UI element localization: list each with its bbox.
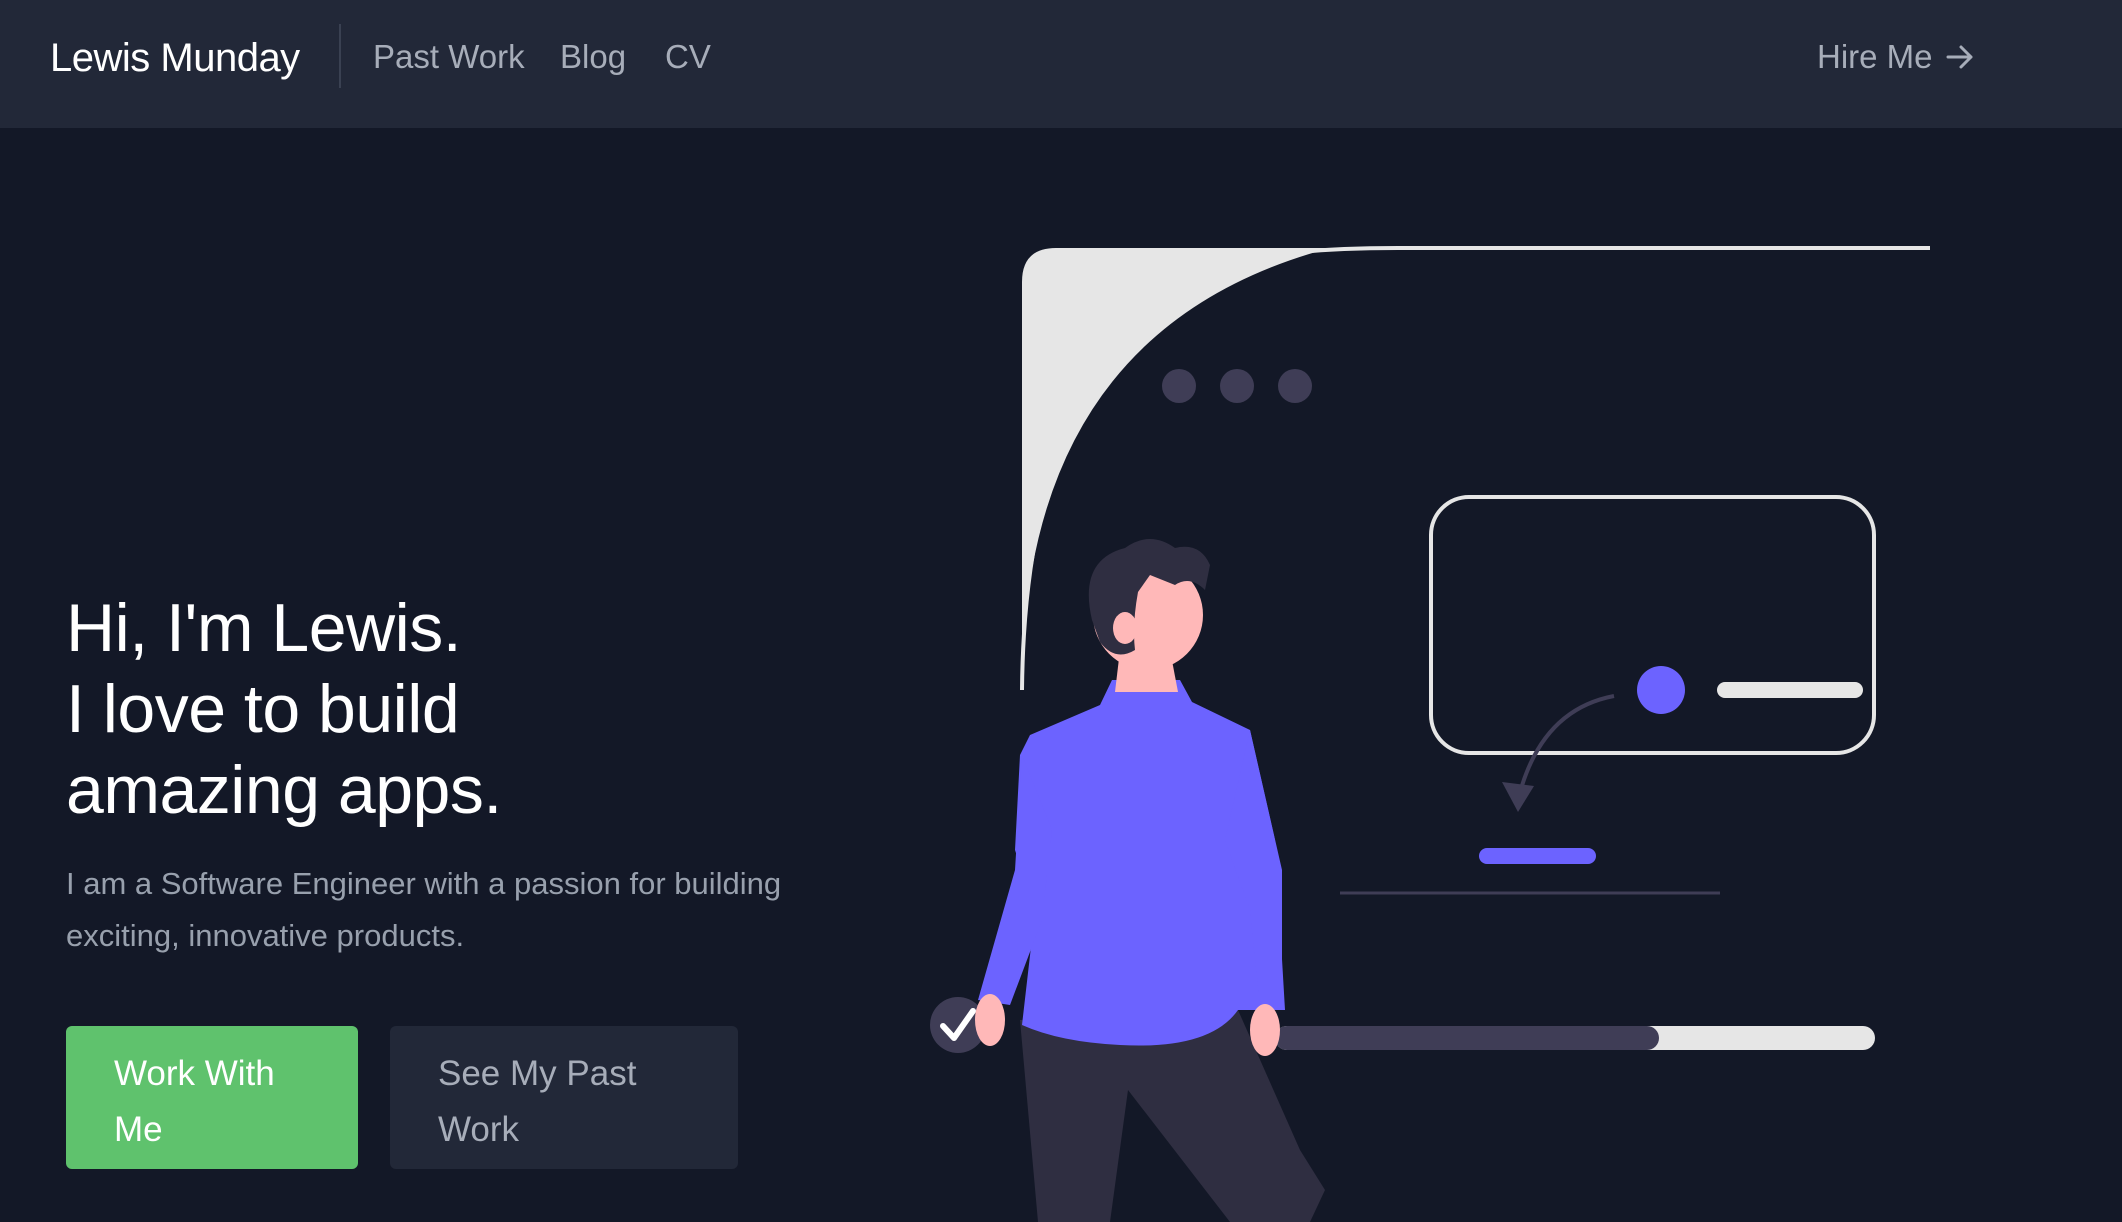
person-left-hand — [975, 994, 1005, 1046]
nav-link-blog[interactable]: Blog — [560, 37, 626, 77]
navbar: Lewis Munday Past Work Blog CV Hire Me — [0, 0, 2122, 128]
progress-fill — [1275, 1026, 1659, 1050]
hero-title-line-1: Hi, I'm Lewis. — [66, 590, 462, 666]
hire-me-link[interactable]: Hire Me — [1817, 37, 1975, 77]
person-with-browser-window-illustration — [930, 246, 1930, 1222]
hero-title: Hi, I'm Lewis. I love to build amazing a… — [66, 588, 886, 831]
window-dot — [1220, 369, 1254, 403]
window-dot — [1162, 369, 1196, 403]
nav-divider — [339, 24, 341, 88]
card-line — [1717, 682, 1863, 698]
inner-card — [1429, 495, 1876, 755]
person-ear — [1113, 612, 1137, 644]
see-past-work-button[interactable]: See My Past Work — [390, 1026, 738, 1169]
arrow-right-icon — [1946, 45, 1973, 69]
nav-link-past-work[interactable]: Past Work — [373, 37, 525, 77]
brand-logo-link[interactable]: Lewis Munday — [50, 34, 300, 82]
person-right-hand — [1250, 1004, 1280, 1056]
purple-bar — [1479, 848, 1596, 864]
hero-subtitle: I am a Software Engineer with a passion … — [66, 866, 782, 953]
nav-link-cv[interactable]: CV — [665, 37, 711, 77]
curved-arrow-head — [1502, 782, 1534, 812]
work-with-me-button[interactable]: Work With Me — [66, 1026, 358, 1169]
window-dot — [1278, 369, 1312, 403]
curved-arrow — [1516, 694, 1615, 801]
hero-title-line-3: amazing apps. — [66, 752, 502, 828]
hero-title-line-2: I love to build — [66, 671, 460, 747]
hire-me-label: Hire Me — [1817, 38, 1933, 75]
card-dot — [1637, 666, 1685, 714]
page: Lewis Munday Past Work Blog CV Hire Me H… — [0, 0, 2122, 1222]
